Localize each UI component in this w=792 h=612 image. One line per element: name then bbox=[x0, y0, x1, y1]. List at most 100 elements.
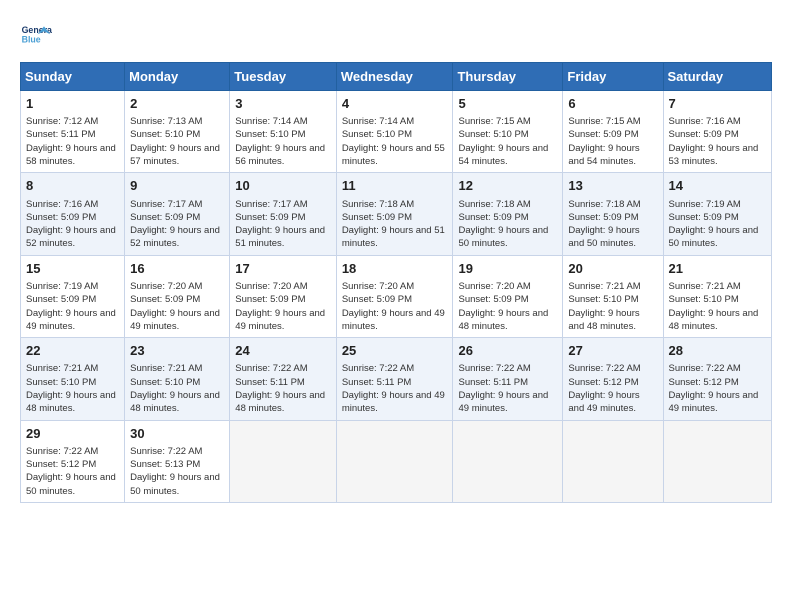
calendar-week-row: 29 Sunrise: 7:22 AMSunset: 5:12 PMDayligh… bbox=[21, 420, 772, 502]
header-wednesday: Wednesday bbox=[336, 63, 453, 91]
day-number: 15 bbox=[26, 260, 119, 278]
calendar-week-row: 8 Sunrise: 7:16 AMSunset: 5:09 PMDaylight… bbox=[21, 173, 772, 255]
day-number: 29 bbox=[26, 425, 119, 443]
header-tuesday: Tuesday bbox=[230, 63, 337, 91]
header-thursday: Thursday bbox=[453, 63, 563, 91]
calendar-cell: 4Sunrise: 7:14 AMSunset: 5:10 PMDaylight… bbox=[336, 91, 453, 173]
day-number: 25 bbox=[342, 342, 448, 360]
calendar-cell: 28 Sunrise: 7:22 AMSunset: 5:12 PMDayligh… bbox=[663, 338, 772, 420]
svg-text:General: General bbox=[22, 25, 52, 35]
calendar-cell: 8 Sunrise: 7:16 AMSunset: 5:09 PMDaylight… bbox=[21, 173, 125, 255]
day-detail: Sunrise: 7:13 AMSunset: 5:10 PMDaylight:… bbox=[130, 115, 224, 168]
calendar-table: SundayMondayTuesdayWednesdayThursdayFrid… bbox=[20, 62, 772, 503]
calendar-cell: 2 Sunrise: 7:13 AMSunset: 5:10 PMDaylight… bbox=[125, 91, 230, 173]
day-detail: Sunrise: 7:22 AMSunset: 5:11 PMDaylight:… bbox=[235, 362, 331, 415]
calendar-cell: 25 Sunrise: 7:22 AMSunset: 5:11 PMDayligh… bbox=[336, 338, 453, 420]
calendar-cell: 13Sunrise: 7:18 AMSunset: 5:09 PMDayligh… bbox=[563, 173, 663, 255]
day-detail: Sunrise: 7:21 AMSunset: 5:10 PMDaylight:… bbox=[130, 362, 224, 415]
calendar-cell: 9 Sunrise: 7:17 AMSunset: 5:09 PMDaylight… bbox=[125, 173, 230, 255]
calendar-cell: 3 Sunrise: 7:14 AMSunset: 5:10 PMDaylight… bbox=[230, 91, 337, 173]
day-number: 20 bbox=[568, 260, 657, 278]
calendar-week-row: 22Sunrise: 7:21 AMSunset: 5:10 PMDayligh… bbox=[21, 338, 772, 420]
day-detail: Sunrise: 7:15 AMSunset: 5:10 PMDaylight:… bbox=[458, 115, 557, 168]
day-number: 7 bbox=[669, 95, 767, 113]
calendar-cell: 15 Sunrise: 7:19 AMSunset: 5:09 PMDayligh… bbox=[21, 255, 125, 337]
day-detail: Sunrise: 7:17 AMSunset: 5:09 PMDaylight:… bbox=[130, 198, 224, 251]
calendar-cell: 22Sunrise: 7:21 AMSunset: 5:10 PMDayligh… bbox=[21, 338, 125, 420]
day-detail: Sunrise: 7:16 AMSunset: 5:09 PMDaylight:… bbox=[26, 198, 119, 251]
day-detail: Sunrise: 7:21 AMSunset: 5:10 PMDaylight:… bbox=[568, 280, 657, 333]
calendar-cell bbox=[563, 420, 663, 502]
calendar-cell: 10 Sunrise: 7:17 AMSunset: 5:09 PMDayligh… bbox=[230, 173, 337, 255]
day-detail: Sunrise: 7:21 AMSunset: 5:10 PMDaylight:… bbox=[669, 280, 767, 333]
calendar-cell: 12Sunrise: 7:18 AMSunset: 5:09 PMDayligh… bbox=[453, 173, 563, 255]
day-number: 27 bbox=[568, 342, 657, 360]
day-detail: Sunrise: 7:20 AMSunset: 5:09 PMDaylight:… bbox=[342, 280, 448, 333]
calendar-cell: 30Sunrise: 7:22 AMSunset: 5:13 PMDayligh… bbox=[125, 420, 230, 502]
calendar-cell: 18 Sunrise: 7:20 AMSunset: 5:09 PMDayligh… bbox=[336, 255, 453, 337]
day-detail: Sunrise: 7:22 AMSunset: 5:12 PMDaylight:… bbox=[568, 362, 657, 415]
calendar-cell: 17 Sunrise: 7:20 AMSunset: 5:09 PMDayligh… bbox=[230, 255, 337, 337]
day-number: 14 bbox=[669, 177, 767, 195]
day-number: 30 bbox=[130, 425, 224, 443]
day-detail: Sunrise: 7:16 AMSunset: 5:09 PMDaylight:… bbox=[669, 115, 767, 168]
day-number: 2 bbox=[130, 95, 224, 113]
day-detail: Sunrise: 7:14 AMSunset: 5:10 PMDaylight:… bbox=[342, 115, 448, 168]
day-number: 26 bbox=[458, 342, 557, 360]
calendar-cell bbox=[336, 420, 453, 502]
day-number: 18 bbox=[342, 260, 448, 278]
day-number: 11 bbox=[342, 177, 448, 195]
day-detail: Sunrise: 7:20 AMSunset: 5:09 PMDaylight:… bbox=[235, 280, 331, 333]
calendar-cell: 27 Sunrise: 7:22 AMSunset: 5:12 PMDayligh… bbox=[563, 338, 663, 420]
day-number: 5 bbox=[458, 95, 557, 113]
logo: General Blue bbox=[20, 20, 56, 52]
day-detail: Sunrise: 7:19 AMSunset: 5:09 PMDaylight:… bbox=[669, 198, 767, 251]
day-number: 19 bbox=[458, 260, 557, 278]
header-monday: Monday bbox=[125, 63, 230, 91]
calendar-cell bbox=[453, 420, 563, 502]
day-number: 9 bbox=[130, 177, 224, 195]
day-detail: Sunrise: 7:22 AMSunset: 5:11 PMDaylight:… bbox=[342, 362, 448, 415]
calendar-cell: 14 Sunrise: 7:19 AMSunset: 5:09 PMDayligh… bbox=[663, 173, 772, 255]
calendar-cell: 19Sunrise: 7:20 AMSunset: 5:09 PMDayligh… bbox=[453, 255, 563, 337]
day-detail: Sunrise: 7:18 AMSunset: 5:09 PMDaylight:… bbox=[342, 198, 448, 251]
day-number: 28 bbox=[669, 342, 767, 360]
day-number: 23 bbox=[130, 342, 224, 360]
calendar-week-row: 1 Sunrise: 7:12 AMSunset: 5:11 PMDaylight… bbox=[21, 91, 772, 173]
calendar-cell: 16Sunrise: 7:20 AMSunset: 5:09 PMDayligh… bbox=[125, 255, 230, 337]
day-detail: Sunrise: 7:22 AMSunset: 5:12 PMDaylight:… bbox=[669, 362, 767, 415]
day-detail: Sunrise: 7:21 AMSunset: 5:10 PMDaylight:… bbox=[26, 362, 119, 415]
calendar-cell: 26 Sunrise: 7:22 AMSunset: 5:11 PMDayligh… bbox=[453, 338, 563, 420]
calendar-cell: 5 Sunrise: 7:15 AMSunset: 5:10 PMDaylight… bbox=[453, 91, 563, 173]
logo-icon: General Blue bbox=[20, 20, 52, 52]
day-number: 13 bbox=[568, 177, 657, 195]
day-detail: Sunrise: 7:22 AMSunset: 5:11 PMDaylight:… bbox=[458, 362, 557, 415]
day-detail: Sunrise: 7:18 AMSunset: 5:09 PMDaylight:… bbox=[458, 198, 557, 251]
calendar-cell bbox=[230, 420, 337, 502]
calendar-cell: 1 Sunrise: 7:12 AMSunset: 5:11 PMDaylight… bbox=[21, 91, 125, 173]
day-number: 8 bbox=[26, 177, 119, 195]
calendar-cell: 24 Sunrise: 7:22 AMSunset: 5:11 PMDayligh… bbox=[230, 338, 337, 420]
day-number: 24 bbox=[235, 342, 331, 360]
header-sunday: Sunday bbox=[21, 63, 125, 91]
calendar-header-row: SundayMondayTuesdayWednesdayThursdayFrid… bbox=[21, 63, 772, 91]
day-number: 10 bbox=[235, 177, 331, 195]
calendar-cell: 7 Sunrise: 7:16 AMSunset: 5:09 PMDaylight… bbox=[663, 91, 772, 173]
calendar-cell: 23 Sunrise: 7:21 AMSunset: 5:10 PMDayligh… bbox=[125, 338, 230, 420]
day-detail: Sunrise: 7:19 AMSunset: 5:09 PMDaylight:… bbox=[26, 280, 119, 333]
day-detail: Sunrise: 7:20 AMSunset: 5:09 PMDaylight:… bbox=[130, 280, 224, 333]
day-number: 17 bbox=[235, 260, 331, 278]
day-number: 3 bbox=[235, 95, 331, 113]
calendar-cell: 6Sunrise: 7:15 AMSunset: 5:09 PMDaylight… bbox=[563, 91, 663, 173]
calendar-week-row: 15 Sunrise: 7:19 AMSunset: 5:09 PMDayligh… bbox=[21, 255, 772, 337]
calendar-cell: 20 Sunrise: 7:21 AMSunset: 5:10 PMDayligh… bbox=[563, 255, 663, 337]
day-detail: Sunrise: 7:14 AMSunset: 5:10 PMDaylight:… bbox=[235, 115, 331, 168]
day-number: 1 bbox=[26, 95, 119, 113]
day-detail: Sunrise: 7:12 AMSunset: 5:11 PMDaylight:… bbox=[26, 115, 119, 168]
day-detail: Sunrise: 7:17 AMSunset: 5:09 PMDaylight:… bbox=[235, 198, 331, 251]
calendar-cell: 11 Sunrise: 7:18 AMSunset: 5:09 PMDayligh… bbox=[336, 173, 453, 255]
calendar-cell: 29 Sunrise: 7:22 AMSunset: 5:12 PMDayligh… bbox=[21, 420, 125, 502]
calendar-cell: 21 Sunrise: 7:21 AMSunset: 5:10 PMDayligh… bbox=[663, 255, 772, 337]
day-number: 21 bbox=[669, 260, 767, 278]
day-detail: Sunrise: 7:22 AMSunset: 5:12 PMDaylight:… bbox=[26, 445, 119, 498]
